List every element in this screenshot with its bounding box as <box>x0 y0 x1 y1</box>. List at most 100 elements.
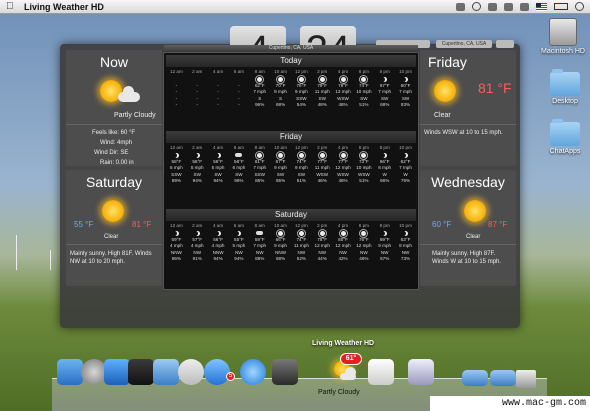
current-conditions-card[interactable]: Now Partly Cloudy Feels like: 60 °F Wind… <box>66 50 162 166</box>
hour-column: 8 am 61°F 7 mph SSW 85% <box>249 145 270 184</box>
today-card[interactable]: Friday 81 °F Clear Winds WSW at 10 to 15… <box>420 50 516 166</box>
divider <box>66 124 162 125</box>
section-title: Saturday <box>166 209 416 221</box>
wednesday-high: 87 °F <box>488 220 508 229</box>
wind-turbine <box>16 235 17 270</box>
saturday-high: 81 °F <box>132 220 152 229</box>
now-condition: Partly Cloudy <box>114 112 156 119</box>
mission-control-icon[interactable] <box>104 359 130 385</box>
sun-icon <box>353 229 374 237</box>
divider <box>420 124 516 125</box>
cloud-icon <box>228 151 249 159</box>
mail-icon[interactable] <box>153 359 179 385</box>
app-store-icon[interactable] <box>204 359 230 385</box>
hourly-section-friday: Friday 12 am 58°F 5 mph SSW 89% 2 am 56°F 5 mph… <box>166 131 416 201</box>
dropbox-icon[interactable] <box>456 2 465 11</box>
sun-icon <box>353 75 374 83</box>
spotlight-icon[interactable] <box>575 2 584 11</box>
hour-column: 2 pm 79°F 11 mph SW 48% <box>312 69 333 108</box>
finder-icon[interactable] <box>57 359 83 385</box>
hour-column: 10 pm 60°F 7 mph SW 83% <box>395 69 416 108</box>
applications-folder-icon[interactable] <box>462 370 488 386</box>
divider <box>66 244 162 245</box>
hour-column: 10 am 66°F 9 mph NNW 68% <box>270 223 291 262</box>
saturday-card[interactable]: Saturday 55 °F 81 °F Clear Mainly sunny.… <box>66 170 162 286</box>
sun-icon <box>249 151 270 159</box>
saturday-low: 55 °F <box>74 220 94 229</box>
hour-columns: 12 am 59°F 4 mph NNW 86% 2 am 57°F 4 mph NW 91% 4 … <box>166 223 416 262</box>
hour-wind: 12 mph <box>335 243 351 249</box>
hour-column: 8 am 59°F 7 mph NW 88% <box>249 223 270 262</box>
cloud-icon <box>340 367 356 380</box>
moon-icon <box>374 75 395 83</box>
dock-app-tooltip: Living Weather HD <box>312 340 375 347</box>
sun-icon <box>312 229 333 237</box>
preview-icon[interactable] <box>368 359 394 385</box>
apple-menu-icon[interactable]:  <box>6 1 16 12</box>
hour-column: 6 pm 74°F 10 mph SW 51% <box>353 69 374 108</box>
iphoto-icon[interactable] <box>408 359 434 385</box>
hour-column: 6 am 56°F 6 mph SW 96% <box>228 145 249 184</box>
saturday-title: Saturday <box>85 174 143 190</box>
trash-icon[interactable] <box>516 370 536 388</box>
hour-humidity: 86% <box>171 255 182 261</box>
hour-column: 2 pm 78°F 12 mph NW 44% <box>312 223 333 262</box>
empty-icon-slot <box>208 75 229 83</box>
hour-wind: 11 mph <box>293 243 309 249</box>
hour-column: 10 pm 62°F 7 mph W 76% <box>395 145 416 184</box>
hour-humidity: 51% <box>359 101 369 107</box>
desktop-icon-desktop[interactable]: Desktop <box>540 69 590 105</box>
wednesday-card[interactable]: Wednesday 60 °F 87 °F Clear Mainly sunny… <box>420 170 516 286</box>
messages-icon[interactable] <box>240 359 266 385</box>
input-source-flag-icon[interactable] <box>536 2 547 11</box>
refresh-button[interactable] <box>496 40 514 48</box>
hourly-forecast-panel[interactable]: Cupertino, CA, USA Today 12 am - - - -2 am - -… <box>163 45 419 290</box>
safari-icon[interactable] <box>178 359 204 385</box>
battery-icon[interactable] <box>554 3 568 10</box>
hour-wind: 10 mph <box>356 89 372 95</box>
hourly-section-saturday: Saturday 12 am 59°F 4 mph NNW 86% 2 am 57°F 4 m… <box>166 209 416 279</box>
hour-humidity: 46% <box>359 255 369 261</box>
wednesday-title: Wednesday <box>431 174 505 190</box>
hour-humidity: 76% <box>400 177 411 183</box>
moon-icon <box>374 151 395 159</box>
wednesday-condition: Clear <box>466 234 481 240</box>
hour-humidity: 54% <box>296 101 306 107</box>
facetime-icon[interactable] <box>272 359 298 385</box>
temperature-badge: 61° <box>340 353 362 365</box>
hour-humidity: 68% <box>275 255 286 261</box>
hour-humidity: 46% <box>338 101 348 107</box>
today-condition: Clear <box>434 112 451 119</box>
hour-wind: 11 mph <box>314 89 330 95</box>
location-selector[interactable]: Cupertino, CA, USA <box>436 40 492 48</box>
time-machine-icon[interactable] <box>472 2 481 11</box>
menu-app-name[interactable]: Living Weather HD <box>24 2 104 12</box>
app-store-badge: 5 <box>226 372 235 381</box>
bluetooth-icon[interactable] <box>488 2 497 11</box>
sun-icon <box>291 229 312 237</box>
menu-bar:  Living Weather HD <box>0 0 590 14</box>
today-summary: Winds WSW at 10 to 15 mph. <box>424 130 503 136</box>
hour-column: 6 am - - - - <box>228 69 249 108</box>
desktop-icon-macintosh-hd[interactable]: Macintosh HD <box>538 18 588 55</box>
sun-icon <box>291 75 312 83</box>
hour-humidity: 68% <box>380 101 390 107</box>
hour-wind: 11 mph <box>314 165 330 171</box>
desktop-icon-chatapps[interactable]: ChatApps <box>540 119 590 155</box>
hour-column: 4 am 56°F 4 mph NNW 94% <box>208 223 229 262</box>
wifi-icon[interactable] <box>504 2 513 11</box>
volume-icon[interactable] <box>520 2 529 11</box>
saturday-condition: Clear <box>104 234 119 240</box>
wind-direction: Wind Dir: SE <box>94 150 129 156</box>
hour-humidity: 94% <box>192 177 202 183</box>
hour-humidity: 83% <box>400 101 411 107</box>
sun-icon <box>333 229 354 237</box>
moon-icon <box>187 229 208 237</box>
sun-icon <box>102 200 124 222</box>
hour-column: 12 am - - - - <box>166 69 187 108</box>
hour-humidity: - <box>175 101 178 107</box>
hour-column: 8 pm 66°F 8 mph W 66% <box>374 145 395 184</box>
hour-humidity: 88% <box>255 255 265 261</box>
documents-folder-icon[interactable] <box>490 370 516 386</box>
dashboard-icon[interactable] <box>128 359 154 385</box>
